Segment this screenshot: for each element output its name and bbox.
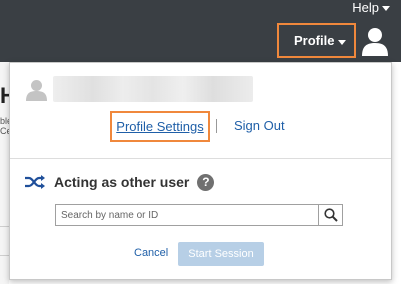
background-page: H ble Ce — [0, 62, 16, 284]
section-divider — [10, 158, 391, 159]
help-menu[interactable]: Help — [352, 0, 390, 15]
user-avatar-icon — [26, 80, 47, 101]
help-label: Help — [352, 0, 379, 15]
start-session-button[interactable]: Start Session — [178, 242, 264, 266]
help-icon[interactable]: ? — [197, 173, 215, 191]
shuffle-icon — [25, 175, 45, 189]
profile-menu-button[interactable]: Profile — [277, 23, 356, 58]
link-separator — [216, 119, 217, 133]
top-header: Help Profile — [0, 0, 401, 62]
profile-dropdown-panel: Profile Settings Sign Out Acting as othe… — [9, 62, 392, 280]
user-avatar-icon[interactable] — [361, 26, 389, 56]
cancel-button[interactable]: Cancel — [134, 247, 168, 259]
acting-as-title: Acting as other user — [54, 174, 190, 190]
user-search — [55, 204, 343, 226]
user-name-redacted — [53, 76, 253, 102]
chevron-down-icon — [382, 6, 390, 11]
acting-as-user-header: Acting as other user ? — [24, 172, 324, 192]
divider — [0, 226, 9, 227]
search-icon — [323, 208, 338, 222]
profile-label: Profile — [294, 33, 335, 48]
profile-settings-link[interactable]: Profile Settings — [110, 111, 210, 142]
divider — [0, 255, 9, 256]
profile-links: Profile Settings Sign Out — [10, 111, 391, 143]
search-button[interactable] — [318, 205, 342, 225]
chevron-down-icon — [338, 40, 346, 45]
sign-out-link[interactable]: Sign Out — [234, 118, 285, 133]
search-input[interactable] — [56, 205, 318, 225]
